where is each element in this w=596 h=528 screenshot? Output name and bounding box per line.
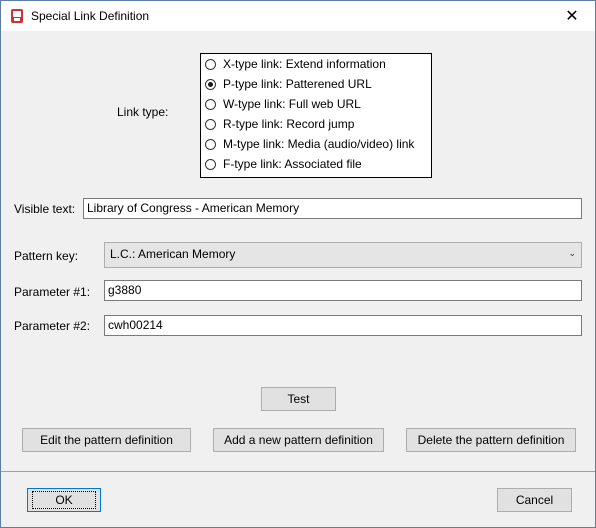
test-button[interactable]: Test	[261, 387, 336, 411]
parameter1-label: Parameter #1:	[14, 285, 91, 299]
visible-text-label: Visible text:	[14, 202, 76, 216]
dialog-window: Special Link Definition ✕ Link type: X-t…	[0, 0, 596, 528]
radio-p-type-label: P-type link: Patterened URL	[223, 77, 372, 91]
radio-w-type[interactable]: W-type link: Full web URL	[205, 95, 361, 113]
app-icon	[11, 9, 23, 23]
radio-f-type-label: F-type link: Associated file	[223, 157, 362, 171]
parameter2-label: Parameter #2:	[14, 319, 91, 333]
radio-m-type-label: M-type link: Media (audio/video) link	[223, 137, 415, 151]
radio-p-type[interactable]: P-type link: Patterened URL	[205, 75, 372, 93]
pattern-key-label: Pattern key:	[14, 249, 79, 263]
radio-r-type[interactable]: R-type link: Record jump	[205, 115, 354, 133]
edit-pattern-button[interactable]: Edit the pattern definition	[22, 428, 191, 452]
window-title: Special Link Definition	[31, 9, 150, 23]
title-bar: Special Link Definition ✕	[1, 1, 595, 31]
radio-x-type[interactable]: X-type link: Extend information	[205, 55, 386, 73]
radio-x-type-label: X-type link: Extend information	[223, 57, 386, 71]
ok-button-label: OK	[32, 491, 96, 509]
parameter1-input[interactable]: g3880	[104, 280, 582, 301]
radio-f-type[interactable]: F-type link: Associated file	[205, 155, 362, 173]
parameter2-input[interactable]: cwh00214	[104, 315, 582, 336]
footer-divider	[1, 471, 595, 472]
pattern-key-select[interactable]: L.C.: American Memory ⌄	[104, 242, 582, 268]
radio-circle[interactable]	[205, 158, 216, 170]
radio-circle[interactable]	[205, 58, 216, 70]
pattern-key-value: L.C.: American Memory	[110, 247, 236, 261]
ok-button[interactable]: OK	[27, 488, 101, 512]
chevron-down-icon: ⌄	[568, 248, 576, 258]
radio-circle[interactable]	[205, 118, 216, 130]
radio-m-type[interactable]: M-type link: Media (audio/video) link	[205, 135, 414, 153]
cancel-button[interactable]: Cancel	[497, 488, 572, 512]
link-type-label: Link type:	[117, 105, 169, 119]
link-type-radio-group: X-type link: Extend information P-type l…	[200, 53, 432, 178]
visible-text-input[interactable]: Library of Congress - American Memory	[83, 198, 582, 219]
delete-pattern-button[interactable]: Delete the pattern definition	[406, 428, 576, 452]
radio-circle-checked[interactable]	[205, 78, 216, 90]
radio-circle[interactable]	[205, 98, 216, 110]
radio-r-type-label: R-type link: Record jump	[223, 117, 355, 131]
radio-w-type-label: W-type link: Full web URL	[223, 97, 361, 111]
close-icon[interactable]: ✕	[549, 1, 595, 31]
radio-circle[interactable]	[205, 138, 216, 150]
add-pattern-button[interactable]: Add a new pattern definition	[213, 428, 384, 452]
